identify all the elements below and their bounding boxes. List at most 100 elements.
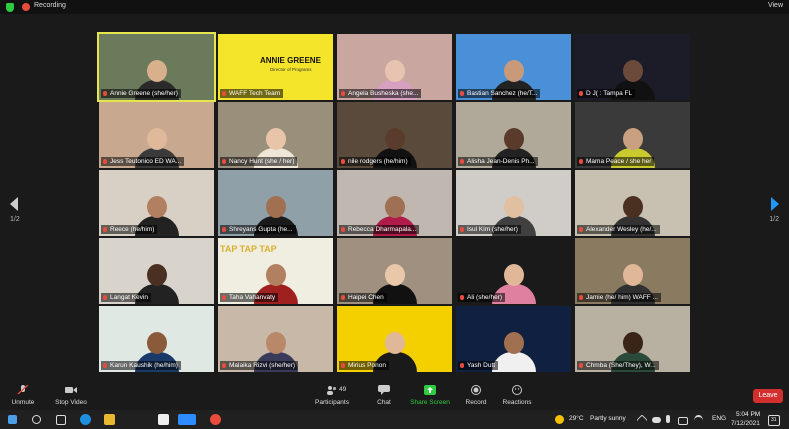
participant-tile[interactable]: Alisha Jean-Denis Ph... (456, 102, 571, 168)
muted-microphone-icon (341, 159, 345, 164)
participant-tile[interactable]: Karun Kaushik (he/him) (99, 306, 214, 372)
reactions-button[interactable]: Reactions (500, 380, 534, 410)
participant-head (384, 264, 405, 286)
participant-tile[interactable]: Bastian Sanchez (he/T... (456, 34, 571, 100)
participant-head (503, 128, 524, 150)
participant-head (146, 60, 167, 82)
muted-microphone-icon (103, 91, 107, 96)
participant-tile[interactable]: Annie Greene (she/her) (97, 32, 216, 102)
wifi-icon[interactable] (694, 415, 703, 426)
participant-name: Angela Busheska (she... (339, 89, 422, 98)
next-page-arrow-icon[interactable] (771, 197, 779, 211)
participant-tile[interactable]: Alexander Wesley (he/... (575, 170, 690, 236)
page-indicator-right: 1/2 (769, 216, 779, 223)
participant-head (503, 60, 524, 82)
participant-head (146, 264, 167, 286)
participant-name: Malaika Rizvi (she/her) (220, 361, 299, 370)
participant-tile[interactable]: Isul Kim (she/her) (456, 170, 571, 236)
share-screen-icon (424, 385, 436, 395)
muted-microphone-icon (222, 227, 226, 232)
participant-head (265, 128, 286, 150)
gallery-view-grid: Annie Greene (she/her) ANNIE GREENE Direct… (97, 32, 690, 374)
file-explorer-icon[interactable] (104, 414, 115, 425)
view-button[interactable]: View (768, 2, 783, 9)
chat-button[interactable]: Chat (372, 380, 396, 410)
participant-tile[interactable]: Rebecca Dharmapala... (337, 170, 452, 236)
temperature[interactable]: 29°C (569, 415, 584, 422)
clock-date[interactable]: 7/12/2021 (731, 420, 760, 427)
unmute-button[interactable]: Unmute (8, 380, 38, 410)
muted-microphone-icon (103, 159, 107, 164)
video-camera-icon (65, 387, 77, 393)
participant-tile[interactable]: TAP TAP TAP Taha Vahanvaty (218, 238, 333, 304)
leave-button[interactable]: Leave (753, 389, 783, 403)
participant-name: Shreyans Gupta (he... (220, 225, 296, 234)
edge-browser-icon[interactable] (80, 414, 91, 425)
weather-description[interactable]: Partly sunny (590, 415, 626, 422)
battery-icon[interactable] (678, 417, 688, 425)
participant-tile[interactable]: Mama Peace / she her (575, 102, 690, 168)
notepad-icon[interactable] (158, 414, 169, 425)
participant-name: Alisha Jean-Denis Ph... (458, 157, 538, 166)
muted-microphone-icon (460, 159, 464, 164)
participant-head (622, 264, 643, 286)
participant-head (503, 196, 524, 218)
participant-tile[interactable]: Jess Teutonico ED WA... (99, 102, 214, 168)
participant-name: nile rodgers (he/him) (339, 157, 411, 166)
participant-tile[interactable]: Nancy Hunt (she / her) (218, 102, 333, 168)
participant-head (384, 196, 405, 218)
task-view-icon[interactable] (56, 415, 66, 425)
participant-head (384, 60, 405, 82)
participant-tile[interactable]: Langat Kevin (99, 238, 214, 304)
participant-tile[interactable]: Jamie (he/ him) WAFF ... (575, 238, 690, 304)
slide-title: ANNIE GREENE (260, 56, 321, 65)
recording-icon (22, 3, 30, 11)
share-screen-button[interactable]: Share Screen (408, 380, 452, 410)
participant-tile[interactable]: D J( : Tampa FL (575, 34, 690, 100)
participant-tile[interactable]: ANNIE GREENE Director of Programs WAFF Tec… (218, 34, 333, 100)
notification-center-icon[interactable]: 31 (768, 415, 780, 426)
language-indicator[interactable]: ENG (712, 415, 726, 422)
participant-tile[interactable]: Malaika Rizvi (she/her) (218, 306, 333, 372)
participant-tile[interactable]: Chmba (She/They), W... (575, 306, 690, 372)
microphone-icon[interactable] (666, 415, 670, 423)
participant-tile[interactable]: Haipei Chen (337, 238, 452, 304)
previous-page-arrow-icon[interactable] (10, 197, 18, 211)
participant-name: Alexander Wesley (he/... (577, 225, 660, 234)
participant-tile[interactable]: Yash Dutt (456, 306, 571, 372)
chat-label: Chat (377, 399, 391, 406)
cloud-icon[interactable] (652, 417, 661, 423)
participant-head (265, 264, 286, 286)
participants-button[interactable]: Participants 49 (310, 380, 354, 410)
muted-microphone-icon (579, 295, 583, 300)
participant-tile[interactable]: nile rodgers (he/him) (337, 102, 452, 168)
muted-microphone-icon (579, 363, 583, 368)
security-shield-icon[interactable] (6, 3, 14, 12)
participant-tile[interactable]: Mirius Ponon (337, 306, 452, 372)
participants-count: 49 (339, 386, 347, 393)
participant-tile[interactable]: Angela Busheska (she... (337, 34, 452, 100)
clock-time[interactable]: 5:04 PM (736, 411, 760, 418)
stop-video-label: Stop Video (55, 399, 87, 406)
chrome-browser-icon[interactable] (210, 414, 221, 425)
muted-microphone-icon (222, 159, 226, 164)
stop-video-button[interactable]: Stop Video (50, 380, 92, 410)
record-button[interactable]: Record (462, 380, 490, 410)
participant-tile[interactable]: Reece (he/him) (99, 170, 214, 236)
zoom-app-icon[interactable] (178, 414, 196, 425)
participant-tile[interactable]: Shreyans Gupta (he... (218, 170, 333, 236)
muted-microphone-icon (341, 363, 345, 368)
participant-tile[interactable]: Ali (she/her) (456, 238, 571, 304)
muted-microphone-icon (222, 295, 226, 300)
participant-name: Bastian Sanchez (he/T... (458, 89, 541, 98)
participant-head (146, 196, 167, 218)
search-icon[interactable] (32, 415, 41, 424)
chevron-up-icon[interactable] (636, 414, 648, 426)
weather-sun-icon (555, 415, 564, 424)
record-icon (471, 385, 481, 395)
windows-start-icon[interactable] (8, 415, 17, 424)
smiley-plus-icon (512, 385, 522, 395)
recording-label: Recording (34, 2, 66, 9)
participant-name: D J( : Tampa FL (577, 89, 636, 98)
participant-head (622, 332, 643, 354)
